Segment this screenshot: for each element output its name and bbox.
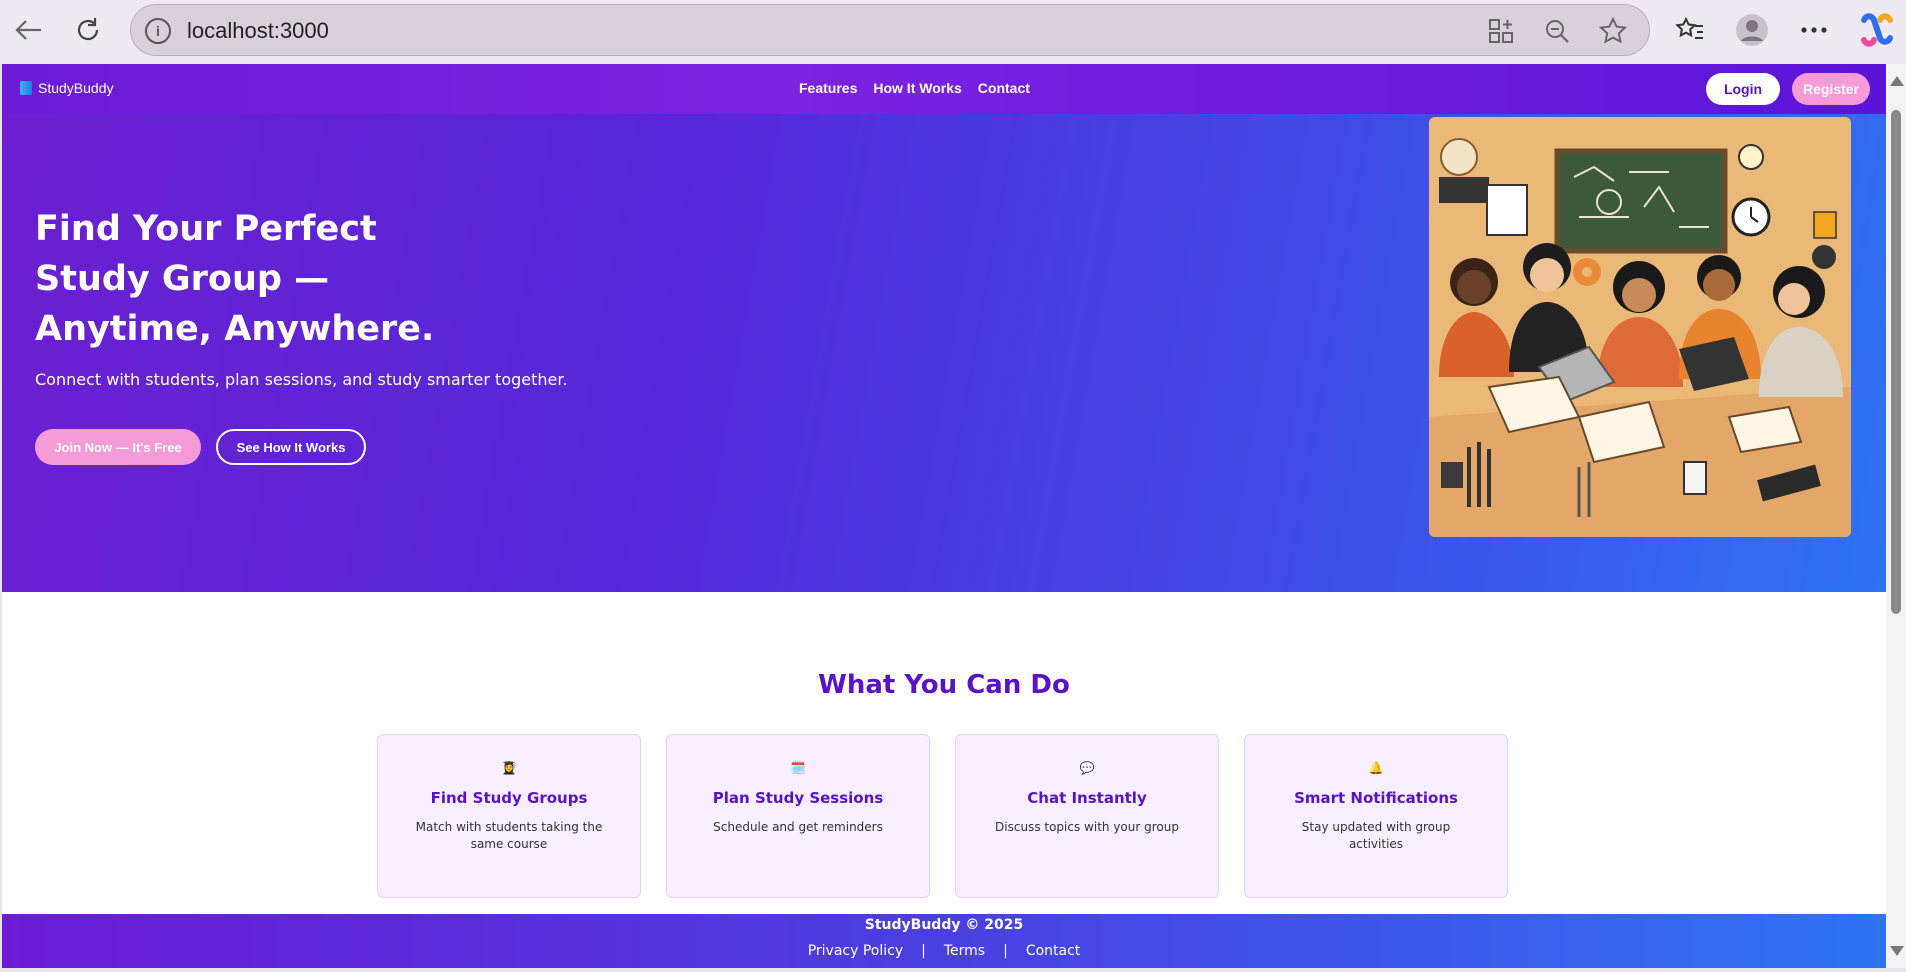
apps-icon[interactable] [1485, 15, 1517, 47]
back-arrow-icon[interactable] [8, 10, 48, 50]
feature-card-plan-sessions: 🗓️ Plan Study Sessions Schedule and get … [666, 734, 930, 898]
more-options-icon[interactable] [1794, 10, 1834, 50]
scroll-up-arrow-icon[interactable] [1890, 76, 1904, 86]
favorite-star-icon[interactable] [1597, 15, 1629, 47]
feature-desc: Schedule and get reminders [713, 820, 883, 834]
footer-contact-link[interactable]: Contact [1026, 943, 1080, 959]
page-scrollbar[interactable] [1886, 64, 1906, 968]
feature-title: Plan Study Sessions [712, 789, 884, 807]
footer-privacy-link[interactable]: Privacy Policy [808, 943, 903, 959]
scrollbar-thumb[interactable] [1891, 110, 1901, 614]
join-now-button[interactable]: Join Now — It's Free [35, 429, 201, 465]
reload-icon[interactable] [68, 10, 108, 50]
copilot-icon[interactable] [1856, 10, 1896, 50]
favorites-icon[interactable] [1670, 10, 1710, 50]
hero-title: Find Your Perfect Study Group — Anytime,… [35, 209, 435, 349]
footer-terms-link[interactable]: Terms [944, 943, 985, 959]
address-bar[interactable]: i localhost:3000 [130, 4, 1650, 56]
student-icon: 👩‍🎓 [501, 761, 517, 775]
scroll-down-arrow-icon[interactable] [1890, 946, 1904, 956]
footer-links: Privacy Policy | Terms | Contact [2, 943, 1886, 959]
bell-icon: 🔔 [1368, 761, 1384, 775]
brand-logo[interactable]: StudyBuddy [20, 80, 114, 96]
features-title: What You Can Do [818, 670, 1070, 700]
feature-card-find-groups: 👩‍🎓 Find Study Groups Match with student… [377, 734, 641, 898]
feature-title: Chat Instantly [1027, 789, 1147, 807]
see-how-it-works-button[interactable]: See How It Works [216, 429, 366, 465]
zoom-out-icon[interactable] [1541, 15, 1573, 47]
nav-features[interactable]: Features [799, 80, 857, 96]
footer-copyright: StudyBuddy © 2025 [864, 917, 1024, 933]
brand-name: StudyBuddy [38, 80, 114, 96]
login-button[interactable]: Login [1706, 73, 1780, 105]
hero-subtitle: Connect with students, plan sessions, an… [35, 370, 568, 389]
students-studying-illustration [1429, 117, 1851, 537]
feature-desc: Stay updated with group activities [1301, 820, 1451, 851]
hero-section: Find Your Perfect Study Group — Anytime,… [2, 114, 1886, 592]
speech-bubble-icon: 💬 [1079, 761, 1095, 775]
feature-desc: Discuss topics with your group [995, 820, 1179, 834]
nav-contact[interactable]: Contact [978, 80, 1030, 96]
site-header: StudyBuddy Features How It Works Contact… [2, 64, 1886, 114]
feature-title: Find Study Groups [430, 789, 588, 807]
url-text[interactable]: localhost:3000 [187, 18, 329, 44]
profile-avatar-icon[interactable] [1732, 10, 1772, 50]
features-cards: 👩‍🎓 Find Study Groups Match with student… [377, 734, 1508, 898]
feature-desc: Match with students taking the same cour… [415, 820, 603, 851]
feature-card-chat: 💬 Chat Instantly Discuss topics with you… [955, 734, 1219, 898]
auth-buttons: Login Register [1706, 73, 1870, 105]
site-footer: StudyBuddy © 2025 Privacy Policy | Terms… [2, 914, 1886, 968]
page-viewport: StudyBuddy Features How It Works Contact… [2, 64, 1886, 968]
main-nav: Features How It Works Contact [799, 80, 1030, 96]
book-icon [20, 81, 32, 95]
footer-separator: | [1003, 943, 1008, 959]
footer-separator: | [921, 943, 926, 959]
browser-toolbar: i localhost:3000 [0, 0, 1906, 64]
nav-how-it-works[interactable]: How It Works [873, 80, 961, 96]
calendar-icon: 🗓️ [790, 761, 806, 775]
register-button[interactable]: Register [1792, 73, 1870, 105]
feature-title: Smart Notifications [1294, 789, 1458, 807]
site-info-icon[interactable]: i [145, 18, 171, 44]
feature-card-notifications: 🔔 Smart Notifications Stay updated with … [1244, 734, 1508, 898]
